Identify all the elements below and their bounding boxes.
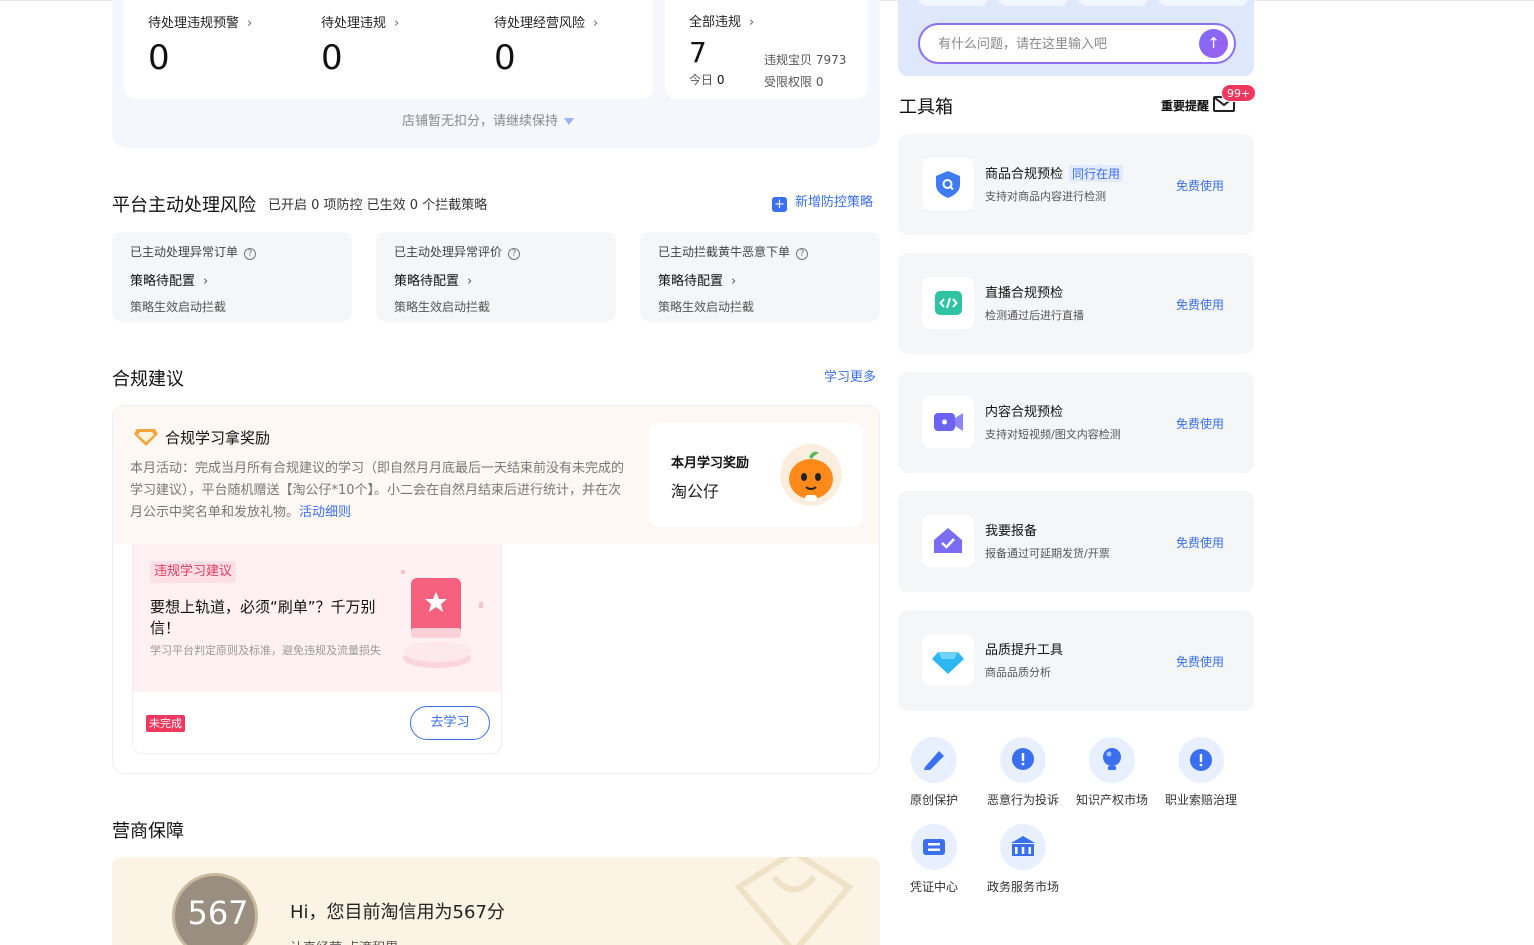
compliance-title: 合规建议 [112, 369, 184, 390]
pen-shield-icon [924, 751, 944, 770]
peer-using-tag: 同行在用 [1069, 165, 1124, 182]
free-use-button[interactable]: 免费使用 [1176, 653, 1224, 670]
free-use-button[interactable]: 免费使用 [1176, 177, 1224, 194]
risk-card-scalpers[interactable]: 已主动拦截黄牛恶意下单? 策略待配置 › 策略生效启动拦截 [640, 232, 880, 322]
quick-ip-market[interactable]: 知识产权市场 [1067, 737, 1157, 808]
merchant-title: 营商保障 [112, 821, 184, 842]
lightbulb-icon [1103, 748, 1121, 770]
status-badge: 未完成 [146, 715, 185, 732]
chevron-right-icon: › [731, 274, 737, 289]
assistant-search: ↑ [918, 23, 1236, 64]
triangle-down-icon [564, 118, 575, 125]
notification-badge: 99+ [1221, 84, 1257, 102]
tool-report[interactable]: 我要报备 报备通过可延期发货/开票 免费使用 [898, 491, 1254, 592]
suggestion-chip[interactable] [918, 0, 988, 6]
banner-title: 合规学习拿奖励 [165, 429, 271, 447]
plus-icon: + [772, 197, 787, 212]
report-check-icon [934, 528, 962, 553]
tool-product-check[interactable]: 商品合规预检 同行在用 支持对商品内容进行检测 免费使用 [898, 134, 1254, 235]
suggestion-chip[interactable] [1158, 0, 1248, 6]
violation-summary-panel: 待处理违规预警 › 0 待处理违规 › 0 待处理经营风险 › 0 全部违规 › 7 今… [112, 0, 880, 148]
pending-stats-card: 待处理违规预警 › 0 待处理违规 › 0 待处理经营风险 › 0 [124, 0, 653, 99]
all-violation-link[interactable]: 全部违规 › [689, 11, 754, 30]
page-root: 待处理违规预警 › 0 待处理违规 › 0 待处理经营风险 › 0 全部违规 › 7 今… [0, 0, 1534, 945]
learn-more-link[interactable]: 学习更多 [824, 366, 876, 385]
send-arrow-icon[interactable]: ↑ [1199, 29, 1228, 58]
quick-malicious-complaint[interactable]: 恶意行为投诉 [978, 737, 1068, 808]
go-learn-button[interactable]: 去学习 [410, 706, 490, 740]
pending-warning-count: 0 [148, 38, 170, 78]
risk-card-orders[interactable]: 已主动处理异常订单? 策略待配置 › 策略生效启动拦截 [112, 232, 352, 322]
reward-box: 本月学习奖励 淘公仔 [649, 423, 863, 527]
all-violation-count: 7 [689, 36, 707, 69]
no-deduction-hint[interactable]: 店铺暂无扣分，请继续保持 [402, 110, 575, 129]
free-use-button[interactable]: 免费使用 [1176, 296, 1224, 313]
tool-content-check[interactable]: 内容合规预检 支持对短视频/图文内容检测 免费使用 [898, 372, 1254, 473]
activity-rules-link[interactable]: 活动细则 [299, 505, 351, 520]
add-strategy-button[interactable]: + 新增防控策略 [772, 191, 873, 212]
learning-description: 学习平台判定原则及标准，避免违规及流量损失 [150, 644, 381, 657]
strategy-config-link[interactable]: 策略待配置 › [394, 270, 472, 289]
free-use-button[interactable]: 免费使用 [1176, 534, 1224, 551]
compliance-banner: 合规学习拿奖励 本月活动：完成当月所有合规建议的学习（即自然月月底最后一天结束前… [113, 406, 879, 544]
suggestion-chip[interactable] [1078, 0, 1148, 6]
bank-icon [1011, 836, 1035, 856]
question-icon[interactable]: ? [244, 248, 257, 260]
tool-quality[interactable]: 品质提升工具 商品品质分析 免费使用 [898, 610, 1254, 711]
quick-claim-governance[interactable]: 职业索赔治理 [1156, 737, 1246, 808]
alert-circle-icon [1190, 749, 1212, 771]
pending-risk-link[interactable]: 待处理经营风险 › [494, 12, 598, 31]
quick-voucher-center[interactable]: 凭证中心 [889, 824, 979, 895]
pending-warning-link[interactable]: 待处理违规预警 › [148, 12, 252, 31]
ticket-icon [923, 839, 945, 855]
question-icon[interactable]: ? [508, 248, 521, 260]
suggestion-chip[interactable] [998, 0, 1068, 6]
shield-search-icon [936, 171, 960, 198]
pending-risk-count: 0 [494, 38, 516, 78]
learning-card[interactable]: 违规学习建议 要想上轨道，必须“刷单”？千万别信！ 学习平台判定原则及标准，避免… [132, 544, 502, 754]
question-icon[interactable]: ? [796, 248, 809, 260]
alert-bubble-icon [1012, 748, 1034, 770]
all-violations-card: 全部违规 › 7 今日 0 违规宝贝 7973 受限权限 0 [665, 0, 868, 99]
credit-greeting: Hi，您目前淘信用为567分 [290, 902, 505, 923]
shield-watermark-icon [734, 857, 854, 945]
mascot-icon [780, 444, 842, 506]
free-use-button[interactable]: 免费使用 [1176, 415, 1224, 432]
pending-violation-count: 0 [321, 38, 343, 78]
quick-gov-services[interactable]: 政务服务市场 [978, 824, 1068, 895]
chevron-right-icon: › [394, 16, 400, 31]
chevron-right-icon: › [203, 274, 209, 289]
pending-violation-link[interactable]: 待处理违规 › [321, 12, 399, 31]
platform-risk-subtitle: 已开启 0 项防控 已生效 0 个拦截策略 [268, 198, 488, 213]
strategy-config-link[interactable]: 策略待配置 › [658, 270, 736, 289]
chevron-right-icon: › [247, 16, 253, 31]
credit-score-badge: 567 [172, 873, 258, 945]
code-icon [935, 291, 962, 315]
today-violation: 今日 0 [689, 73, 725, 87]
toolbox-title: 工具箱 [899, 97, 953, 118]
tool-live-check[interactable]: 直播合规预检 检测通过后进行直播 免费使用 [898, 253, 1254, 354]
risk-card-reviews[interactable]: 已主动处理异常评价? 策略待配置 › 策略生效启动拦截 [376, 232, 616, 322]
banner-description: 本月活动：完成当月所有合规建议的学习（即自然月月底最后一天结束前没有未完成的学习… [130, 461, 625, 520]
diamond-icon [134, 429, 158, 446]
chevron-right-icon: › [749, 15, 755, 30]
diamond-icon [932, 652, 964, 674]
violation-items: 违规宝贝 7973 [764, 53, 847, 67]
limited-permissions: 受限权限 0 [764, 75, 824, 89]
assistant-panel: ↑ [898, 0, 1254, 76]
credit-panel: 567 Hi，您目前淘信用为567分 认真经营 点滴积累 [112, 857, 880, 945]
chevron-right-icon: › [593, 16, 599, 31]
search-input[interactable] [938, 34, 1188, 54]
compliance-panel: 合规学习拿奖励 本月活动：完成当月所有合规建议的学习（即自然月月底最后一天结束前… [112, 405, 880, 774]
credit-subtitle: 认真经营 点滴积累 [290, 937, 398, 945]
learning-title: 要想上轨道，必须“刷单”？千万别信！ [150, 598, 376, 637]
book-icon [401, 570, 483, 668]
important-reminder-link[interactable]: 重要提醒 [1161, 97, 1209, 114]
quick-original-protection[interactable]: 原创保护 [889, 737, 979, 808]
strategy-config-link[interactable]: 策略待配置 › [130, 270, 208, 289]
chevron-right-icon: › [467, 274, 473, 289]
video-camera-icon [934, 413, 963, 431]
platform-risk-title: 平台主动处理风险 [112, 195, 256, 216]
violation-learning-tag: 违规学习建议 [150, 561, 237, 583]
